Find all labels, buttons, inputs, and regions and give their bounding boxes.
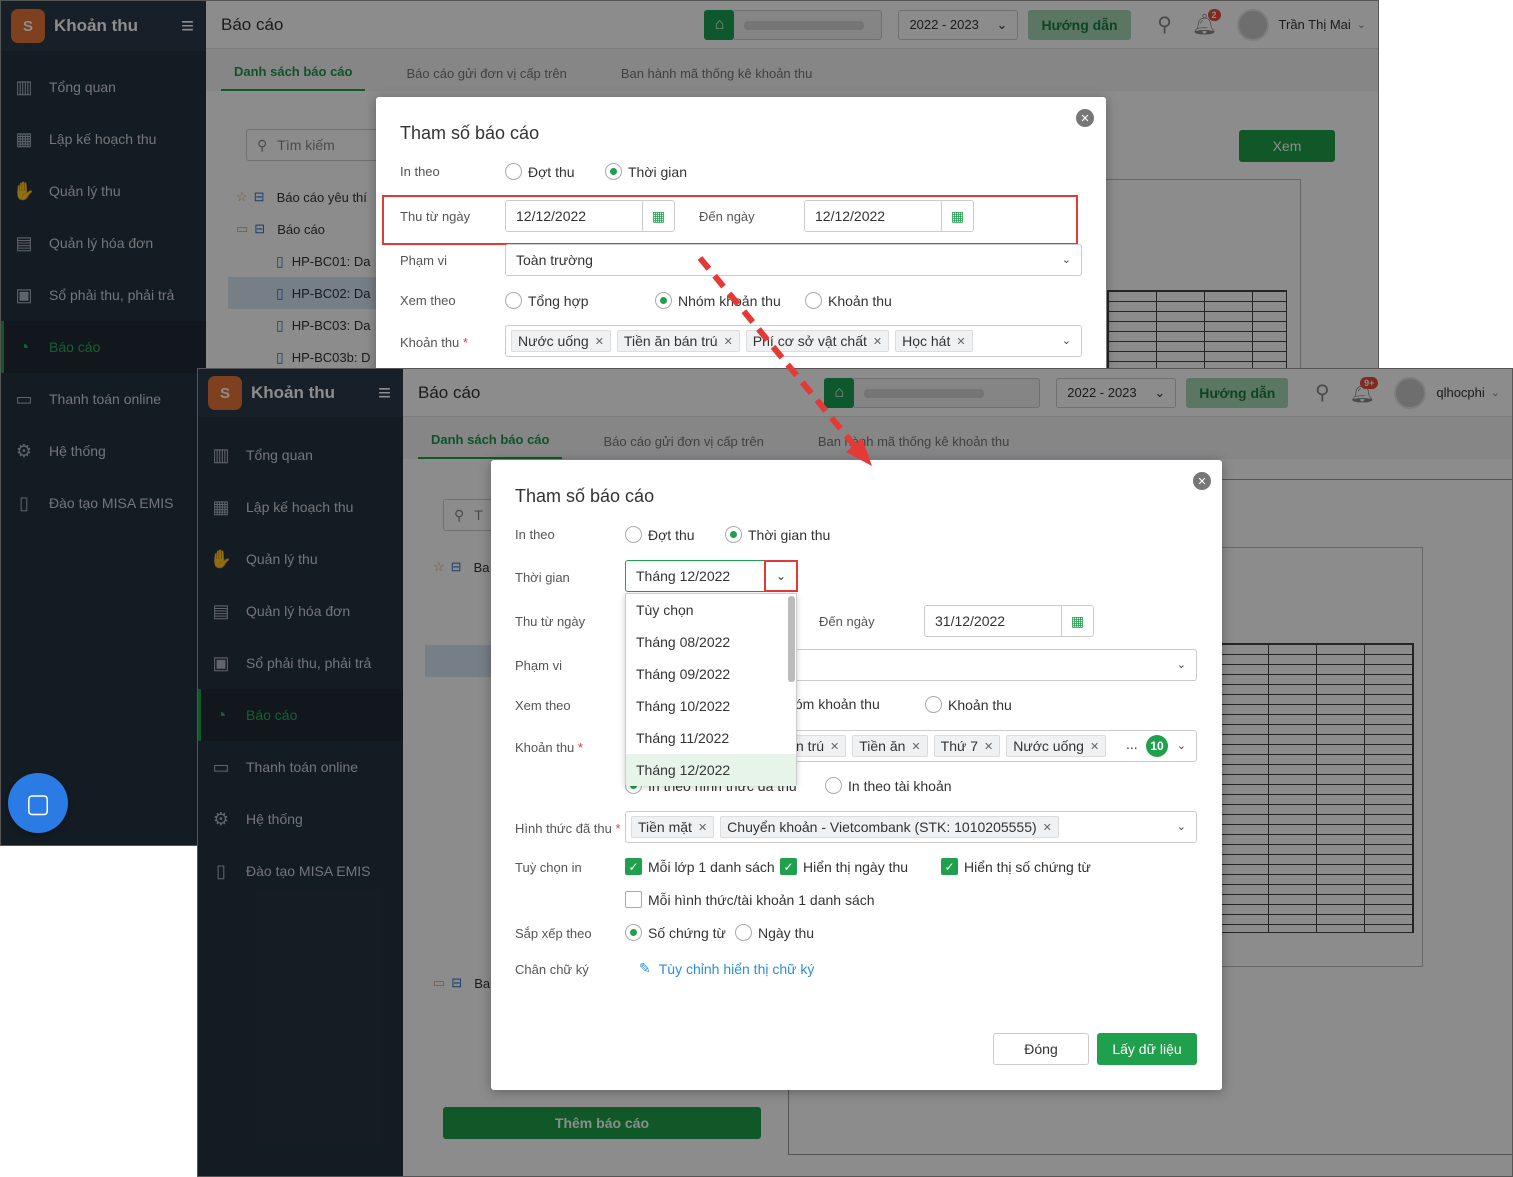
- arrow-line: [697, 256, 861, 452]
- annotation-arrow: [697, 256, 872, 466]
